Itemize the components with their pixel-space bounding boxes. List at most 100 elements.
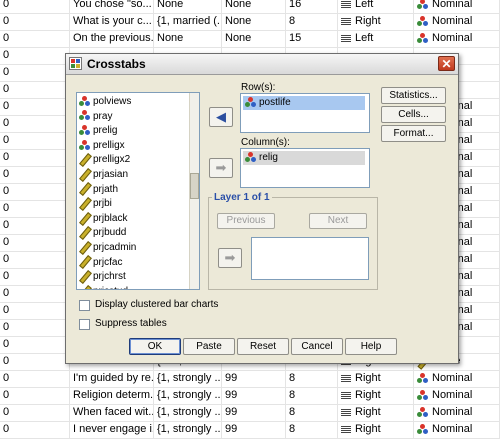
list-item[interactable]: pray bbox=[77, 110, 189, 125]
rows-list[interactable]: postlife bbox=[240, 93, 370, 133]
scrollbar-thumb[interactable] bbox=[190, 173, 199, 199]
cell-label[interactable]: What is your c... bbox=[70, 13, 154, 30]
variable-list-scrollbar[interactable] bbox=[189, 93, 199, 289]
cell-missing[interactable]: 99 bbox=[222, 370, 286, 387]
cell-decimals[interactable]: 0 bbox=[0, 115, 70, 132]
cell-decimals[interactable]: 0 bbox=[0, 370, 70, 387]
list-item[interactable]: prjcstud bbox=[77, 285, 189, 289]
cell-decimals[interactable]: 0 bbox=[0, 0, 70, 13]
cell-align[interactable]: Right bbox=[338, 13, 414, 30]
cell-missing[interactable]: 99 bbox=[222, 421, 286, 438]
cell-values[interactable]: {1, strongly ... bbox=[154, 404, 222, 421]
cell-decimals[interactable]: 0 bbox=[0, 353, 70, 370]
cell-decimals[interactable]: 0 bbox=[0, 387, 70, 404]
cell-measure[interactable]: Nominal bbox=[414, 421, 500, 438]
format-button[interactable]: Format... bbox=[381, 125, 446, 142]
table-row[interactable]: 0 What is your c... {1, married (... None 8 R… bbox=[0, 13, 500, 31]
table-row[interactable]: 0 Religion determ... {1, strongly ... 99 8 Ri… bbox=[0, 387, 500, 405]
cell-columns[interactable]: 8 bbox=[286, 404, 338, 421]
list-item[interactable]: prjcfac bbox=[77, 256, 189, 271]
cell-columns[interactable]: 8 bbox=[286, 370, 338, 387]
cell-missing[interactable]: None bbox=[222, 0, 286, 13]
cell-decimals[interactable]: 0 bbox=[0, 64, 70, 81]
list-item[interactable]: prelig bbox=[77, 124, 189, 139]
table-row[interactable]: 0 On the previous... None None 15 Left Nominal bbox=[0, 30, 500, 48]
cell-values[interactable]: {1, strongly ... bbox=[154, 421, 222, 438]
help-button[interactable]: Help bbox=[345, 338, 397, 355]
cell-missing[interactable]: 99 bbox=[222, 404, 286, 421]
list-item[interactable]: prjath bbox=[77, 183, 189, 198]
cell-decimals[interactable]: 0 bbox=[0, 302, 70, 319]
cell-align[interactable]: Right bbox=[338, 421, 414, 438]
cell-columns[interactable]: 16 bbox=[286, 0, 338, 13]
next-layer-button[interactable]: Next bbox=[309, 213, 367, 229]
list-item[interactable]: prjbi bbox=[77, 197, 189, 212]
move-to-rows-button[interactable]: ◀ bbox=[209, 107, 233, 127]
dialog-titlebar[interactable]: Crosstabs ✕ bbox=[66, 54, 458, 75]
reset-button[interactable]: Reset bbox=[237, 338, 289, 355]
cell-values[interactable]: None bbox=[154, 30, 222, 47]
layer-list[interactable] bbox=[251, 237, 369, 280]
cell-decimals[interactable]: 0 bbox=[0, 200, 70, 217]
statistics-button[interactable]: Statistics... bbox=[381, 87, 446, 104]
display-clustered-bar-charts-checkbox[interactable] bbox=[79, 300, 90, 311]
cell-decimals[interactable]: 0 bbox=[0, 81, 70, 98]
cell-decimals[interactable]: 0 bbox=[0, 30, 70, 47]
cell-values[interactable]: {1, strongly ... bbox=[154, 370, 222, 387]
cell-label[interactable]: You chose "so... bbox=[70, 0, 154, 13]
cell-align[interactable]: Right bbox=[338, 387, 414, 404]
cell-measure[interactable]: Nominal bbox=[414, 370, 500, 387]
table-row[interactable]: 0 When faced wit... {1, strongly ... 99 8 Rig… bbox=[0, 404, 500, 422]
cell-decimals[interactable]: 0 bbox=[0, 251, 70, 268]
cell-decimals[interactable]: 0 bbox=[0, 234, 70, 251]
cell-columns[interactable]: 15 bbox=[286, 30, 338, 47]
suppress-tables-checkbox[interactable] bbox=[79, 319, 90, 330]
cell-values[interactable]: None bbox=[154, 0, 222, 13]
list-item[interactable]: prjchrst bbox=[77, 270, 189, 285]
cell-align[interactable]: Left bbox=[338, 30, 414, 47]
cell-label[interactable]: On the previous... bbox=[70, 30, 154, 47]
paste-button[interactable]: Paste bbox=[183, 338, 235, 355]
list-item[interactable]: prjbudd bbox=[77, 226, 189, 241]
cell-decimals[interactable]: 0 bbox=[0, 183, 70, 200]
list-item[interactable]: prjasian bbox=[77, 168, 189, 183]
cell-decimals[interactable]: 0 bbox=[0, 404, 70, 421]
cell-columns[interactable]: 8 bbox=[286, 387, 338, 404]
cell-decimals[interactable]: 0 bbox=[0, 319, 70, 336]
list-item[interactable]: prjblack bbox=[77, 212, 189, 227]
cell-decimals[interactable]: 0 bbox=[0, 149, 70, 166]
cell-decimals[interactable]: 0 bbox=[0, 421, 70, 438]
ok-button[interactable]: OK bbox=[129, 338, 181, 355]
cell-values[interactable]: {1, married (... bbox=[154, 13, 222, 30]
cell-decimals[interactable]: 0 bbox=[0, 268, 70, 285]
cell-label[interactable]: I never engage i... bbox=[70, 421, 154, 438]
cells-button[interactable]: Cells... bbox=[381, 106, 446, 123]
cancel-button[interactable]: Cancel bbox=[291, 338, 343, 355]
cell-decimals[interactable]: 0 bbox=[0, 98, 70, 115]
columns-list[interactable]: relig bbox=[240, 148, 370, 188]
cell-values[interactable]: {1, strongly ... bbox=[154, 387, 222, 404]
cell-align[interactable]: Right bbox=[338, 404, 414, 421]
cell-decimals[interactable]: 0 bbox=[0, 336, 70, 353]
list-item[interactable]: prelligx bbox=[77, 139, 189, 154]
cell-measure[interactable]: Nominal bbox=[414, 404, 500, 421]
cell-label[interactable]: Religion determ... bbox=[70, 387, 154, 404]
table-row[interactable]: 0 I'm guided by re... {1, strongly ... 99 8 R… bbox=[0, 370, 500, 388]
cell-measure[interactable]: Nominal bbox=[414, 30, 500, 47]
table-row[interactable]: 0I never engage i... {1, strongly ... 99 8 R… bbox=[0, 421, 500, 439]
rows-list-item[interactable]: postlife bbox=[243, 96, 365, 110]
list-item[interactable]: prjcadmin bbox=[77, 241, 189, 256]
cell-missing[interactable]: 99 bbox=[222, 387, 286, 404]
cell-align[interactable]: Left bbox=[338, 0, 414, 13]
cell-columns[interactable]: 8 bbox=[286, 421, 338, 438]
columns-list-item[interactable]: relig bbox=[243, 151, 365, 165]
source-variable-list[interactable]: polviews pray prelig prelligx prelligx2 prjas… bbox=[76, 92, 200, 290]
cell-decimals[interactable]: 0 bbox=[0, 47, 70, 64]
cell-decimals[interactable]: 0 bbox=[0, 132, 70, 149]
cell-label[interactable]: I'm guided by re... bbox=[70, 370, 154, 387]
previous-layer-button[interactable]: Previous bbox=[217, 213, 275, 229]
cell-decimals[interactable]: 0 bbox=[0, 13, 70, 30]
cell-missing[interactable]: None bbox=[222, 30, 286, 47]
move-to-columns-button[interactable]: ➡ bbox=[209, 158, 233, 178]
cell-measure[interactable]: Nominal bbox=[414, 387, 500, 404]
